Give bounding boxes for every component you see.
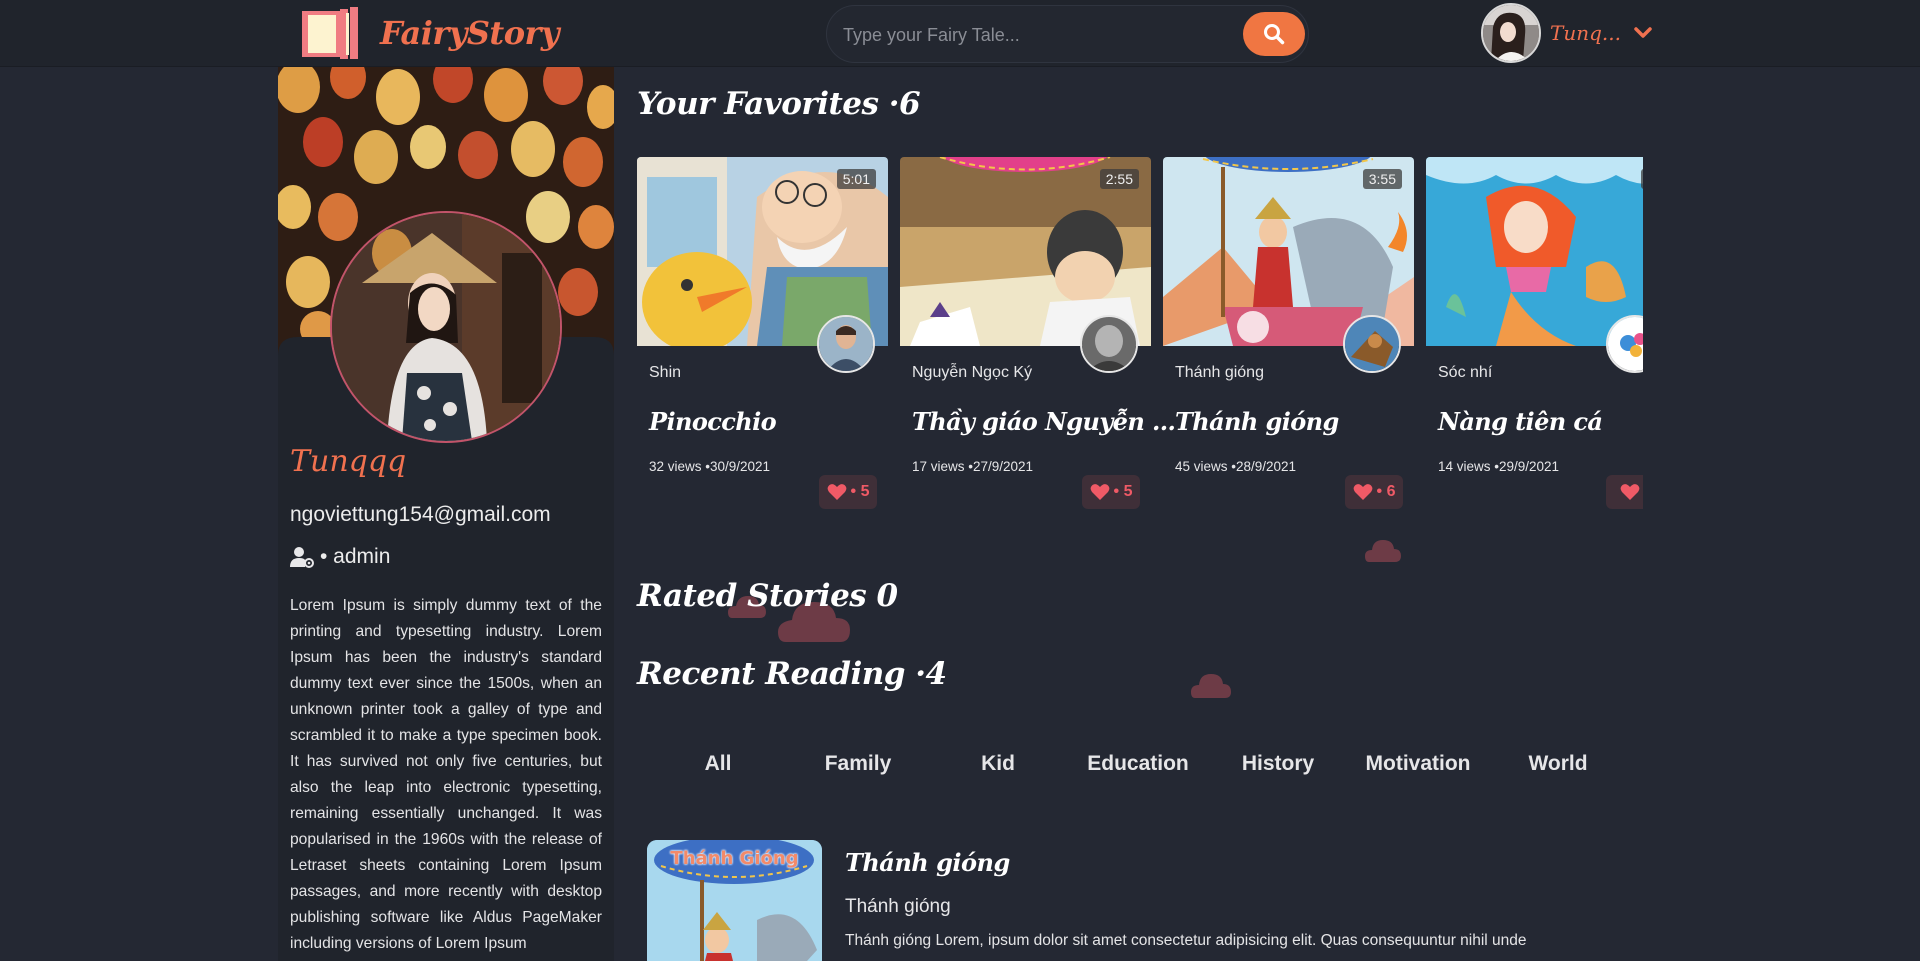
logo-text: FairyStory [380, 14, 560, 52]
heart-icon [1090, 484, 1109, 500]
author-name[interactable]: Thánh gióng [1175, 364, 1264, 382]
story-meta: 45 views •28/9/2021 [1175, 459, 1297, 474]
top-navbar: FairyStory Tunq... [0, 0, 1920, 67]
author-avatar[interactable] [1343, 315, 1401, 373]
chevron-down-icon[interactable] [1633, 23, 1653, 43]
author-avatar[interactable] [817, 315, 875, 373]
like-count: • 6 [1376, 483, 1396, 500]
story-card[interactable]: 5:01 Shin Pinocchio 32 views •30/9/2021 … [637, 157, 888, 517]
profile-bio: Lorem Ipsum is simply dummy text of the … [290, 597, 602, 952]
search-button[interactable] [1243, 12, 1305, 56]
thumbnail-caption: Thánh Gióng [670, 848, 799, 869]
tab-kid[interactable]: Kid [928, 752, 1068, 776]
recent-story-title[interactable]: Thánh gióng [845, 848, 1010, 877]
story-meta: 14 views •29/9/2021 [1438, 459, 1560, 474]
duration-badge: 2:55 [1099, 169, 1139, 189]
author-name[interactable]: Shin [649, 364, 681, 382]
user-gear-icon [290, 547, 314, 568]
profile-email: ngoviettung154@gmail.com [290, 503, 551, 526]
like-button[interactable]: • 5 [819, 475, 877, 509]
author-avatar[interactable] [1080, 315, 1138, 373]
tab-world[interactable]: World [1488, 752, 1628, 776]
recent-story-description: Thánh gióng Lorem, ipsum dolor sit amet … [845, 932, 1527, 949]
profile-role: • admin [290, 545, 390, 569]
recent-story-author[interactable]: Thánh gióng [845, 896, 951, 918]
story-card[interactable]: 2:55 Nguyễn Ngọc Ký Thầy giáo Nguyễn ...… [900, 157, 1176, 517]
like-count: • 5 [850, 483, 870, 500]
tab-all[interactable]: All [648, 752, 788, 776]
story-title[interactable]: Thánh gióng [1175, 407, 1339, 436]
like-button[interactable]: • 5 [1082, 475, 1140, 509]
recent-story-thumbnail[interactable]: Thánh Gióng [647, 840, 822, 961]
author-name[interactable]: Nguyễn Ngọc Ký [912, 364, 1032, 382]
user-name[interactable]: Tunq... [1550, 21, 1621, 45]
favorites-carousel: 5:01 Shin Pinocchio 32 views •30/9/2021 … [637, 157, 1643, 517]
role-label: • admin [320, 545, 391, 568]
favorites-title: Your Favorites ·6 [637, 86, 921, 122]
profile-avatar [330, 211, 562, 443]
duration-badge: 5:01 [836, 169, 876, 189]
cloud-icon [1191, 674, 1231, 698]
logo[interactable]: FairyStory [300, 5, 560, 61]
cloud-icon [1365, 540, 1401, 562]
search-bar [826, 5, 1309, 63]
story-card[interactable]: 3:55 Thánh gióng Thánh gióng 45 views •2… [1163, 157, 1414, 517]
story-title[interactable]: Thầy giáo Nguyễn ... [912, 407, 1176, 436]
duration-badge: 3:55 [1362, 169, 1402, 189]
heart-icon [1620, 484, 1640, 500]
like-count: • 5 [1113, 483, 1133, 500]
duration-badge: 5: [1641, 169, 1643, 189]
heart-icon [1353, 484, 1372, 500]
book-logo-icon [300, 5, 362, 61]
tab-education[interactable]: Education [1068, 752, 1208, 776]
story-card[interactable]: 5: Sóc nhí Nàng tiên cá 14 views •29/9/2… [1426, 157, 1643, 517]
tab-history[interactable]: History [1208, 752, 1348, 776]
story-title[interactable]: Nàng tiên cá [1438, 407, 1603, 436]
tab-motivation[interactable]: Motivation [1348, 752, 1488, 776]
story-meta: 32 views •30/9/2021 [649, 459, 771, 474]
search-input[interactable] [843, 20, 1223, 50]
profile-sidebar: Tunqqq ngoviettung154@gmail.com • admin … [278, 67, 614, 961]
category-tabs: All Family Kid Education History Motivat… [648, 752, 1628, 792]
search-icon [1264, 24, 1285, 45]
user-menu[interactable]: Tunq... [1481, 3, 1653, 63]
tab-family[interactable]: Family [788, 752, 928, 776]
rated-title: Rated Stories 0 [637, 578, 898, 614]
story-meta: 17 views •27/9/2021 [912, 459, 1034, 474]
heart-icon [827, 484, 846, 500]
avatar[interactable] [1481, 3, 1541, 63]
story-thumbnail[interactable]: 5: [1426, 157, 1643, 346]
like-button[interactable]: • [1606, 475, 1643, 509]
author-name[interactable]: Sóc nhí [1438, 364, 1492, 382]
profile-name: Tunqqq [290, 444, 407, 479]
recent-title: Recent Reading ·4 [637, 656, 947, 692]
story-title[interactable]: Pinocchio [649, 407, 777, 436]
like-button[interactable]: • 6 [1345, 475, 1403, 509]
